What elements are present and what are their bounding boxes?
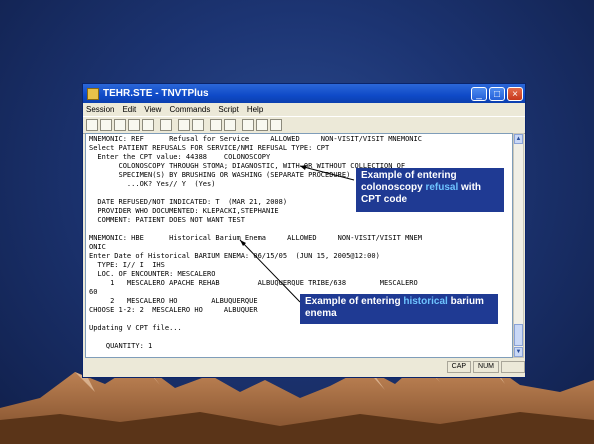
- minimize-icon[interactable]: _: [471, 86, 487, 101]
- terminal-line: DATE REFUSED/NOT INDICATED: T (MAR 21, 2…: [89, 198, 288, 206]
- terminal-line: CHOOSE 1-2: 2 MESCALERO HO ALBUQUER: [89, 306, 258, 314]
- terminal-line: SPECIMEN(S) BY BRUSHING OR WASHING (SEPA…: [89, 171, 351, 179]
- terminal-line: TYPE: I// I IHS: [89, 261, 165, 269]
- print-icon[interactable]: [160, 119, 172, 131]
- terminal-line: LOC. OF ENCOUNTER: MESCALERO: [89, 270, 216, 278]
- window-title: TEHR.STE - TNVTPlus: [103, 88, 209, 99]
- terminal-line: Enter Date of Historical BARIUM ENEMA: 0…: [89, 252, 380, 260]
- scroll-thumb[interactable]: [514, 324, 523, 346]
- callout-text: Example of entering: [305, 296, 404, 307]
- menu-view[interactable]: View: [144, 105, 161, 114]
- menu-edit[interactable]: Edit: [122, 105, 136, 114]
- new-icon[interactable]: [86, 119, 98, 131]
- settings-icon[interactable]: [270, 119, 282, 131]
- terminal-line: 2 MESCALERO HO ALBUQUERQUE: [89, 297, 258, 305]
- terminal-line: MNEMONIC: HBE Historical Barium Enema AL…: [89, 234, 422, 242]
- status-caps: CAP: [446, 361, 472, 373]
- disconnect-icon[interactable]: [142, 119, 154, 131]
- status-empty: [501, 361, 525, 373]
- window-icon[interactable]: [210, 119, 222, 131]
- send-icon[interactable]: [242, 119, 254, 131]
- scroll-up-icon[interactable]: ▲: [514, 134, 523, 144]
- app-icon: [87, 87, 99, 100]
- menu-commands[interactable]: Commands: [169, 105, 210, 114]
- vertical-scrollbar[interactable]: ▲ ▼: [513, 133, 524, 358]
- callout-highlight: refusal: [425, 182, 459, 193]
- menu-session[interactable]: Session: [86, 105, 114, 114]
- terminal-line: Updating V CPT file...: [89, 324, 182, 332]
- connect-icon[interactable]: [128, 119, 140, 131]
- toolbar: [83, 116, 525, 134]
- callout-barium: Example of entering historical barium en…: [300, 294, 498, 324]
- terminal-screen[interactable]: MNEMONIC: REF Refusal for Service ALLOWE…: [85, 133, 513, 358]
- terminal-window: TEHR.STE - TNVTPlus _ □ × Session Edit V…: [82, 83, 526, 378]
- status-num: NUM: [473, 361, 499, 373]
- terminal-line: Select PATIENT REFUSALS FOR SERVICE/NMI …: [89, 144, 330, 152]
- menu-bar: Session Edit View Commands Script Help: [83, 103, 525, 116]
- terminal-line: MNEMONIC: REF Refusal for Service ALLOWE…: [89, 135, 422, 143]
- save-icon[interactable]: [114, 119, 126, 131]
- terminal-line: PROVIDER WHO DOCUMENTED: KLEPACKI,STEPHA…: [89, 207, 279, 215]
- status-bar: CAP NUM: [85, 360, 525, 374]
- scroll-down-icon[interactable]: ▼: [514, 347, 523, 357]
- callout-highlight: historical: [403, 296, 448, 307]
- open-icon[interactable]: [100, 119, 112, 131]
- copy-icon[interactable]: [178, 119, 190, 131]
- terminal-line: 60: [89, 288, 98, 296]
- window-titlebar: TEHR.STE - TNVTPlus _ □ ×: [83, 84, 525, 103]
- terminal-line: ...OK? Yes// Y (Yes): [89, 180, 216, 188]
- close-icon[interactable]: ×: [507, 86, 523, 101]
- maximize-icon[interactable]: □: [489, 86, 505, 101]
- menu-help[interactable]: Help: [247, 105, 263, 114]
- callout-colonoscopy: Example of entering colonoscopy refusal …: [356, 168, 504, 212]
- terminal-line: ONIC: [89, 243, 106, 251]
- receive-icon[interactable]: [256, 119, 268, 131]
- terminal-line: COMMENT: PATIENT DOES NOT WANT TEST: [89, 216, 245, 224]
- terminal-line: QUANTITY: 1: [89, 342, 153, 350]
- paste-icon[interactable]: [192, 119, 204, 131]
- minus-icon[interactable]: [224, 119, 236, 131]
- menu-script[interactable]: Script: [218, 105, 238, 114]
- terminal-line: 1 MESCALERO APACHE REHAB ALBUQUERQUE TRI…: [89, 279, 418, 287]
- terminal-line: Enter the CPT value: 44388 COLONOSCOPY: [89, 153, 271, 161]
